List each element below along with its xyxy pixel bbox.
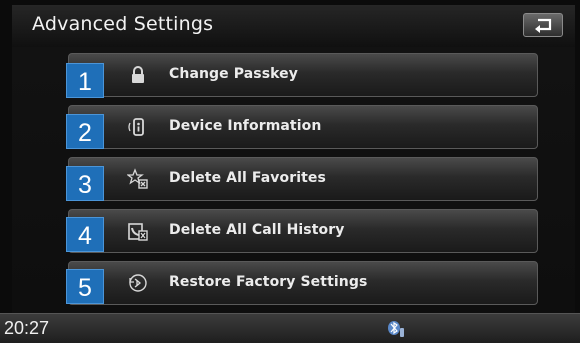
callout-number-4: 4	[66, 217, 104, 252]
device-info-icon	[128, 118, 144, 136]
restore-icon	[129, 274, 147, 292]
callout-number-2: 2	[66, 114, 104, 149]
menu-item-label: Change Passkey	[169, 66, 298, 82]
change-passkey-button[interactable]: Change Passkey	[68, 53, 538, 97]
menu-item-label: Device Information	[169, 118, 322, 134]
clock: 20:27	[4, 318, 50, 338]
back-button[interactable]	[523, 13, 563, 37]
title-bar: Advanced Settings	[12, 5, 575, 47]
lock-icon	[132, 66, 144, 83]
delete-favorites-icon	[127, 168, 148, 189]
delete-all-call-history-button[interactable]: Delete All Call History	[68, 209, 538, 253]
menu-item-label: Delete All Call History	[169, 222, 345, 238]
menu-item-label: Restore Factory Settings	[169, 274, 368, 290]
back-arrow-icon	[535, 18, 552, 33]
bluetooth-phone-icon	[388, 321, 404, 337]
callout-number-1: 1	[66, 63, 104, 98]
delete-all-favorites-button[interactable]: Delete All Favorites	[68, 157, 538, 201]
menu-item-label: Delete All Favorites	[169, 170, 326, 186]
delete-call-history-icon	[128, 223, 148, 241]
screen: Advanced Settings Change Passkey Device …	[0, 0, 580, 343]
status-bar: 20:27	[0, 313, 580, 343]
callout-number-5: 5	[66, 269, 104, 304]
restore-factory-settings-button[interactable]: Restore Factory Settings	[68, 261, 538, 305]
page-title: Advanced Settings	[32, 13, 214, 35]
callout-number-3: 3	[66, 166, 104, 201]
device-information-button[interactable]: Device Information	[68, 105, 538, 149]
